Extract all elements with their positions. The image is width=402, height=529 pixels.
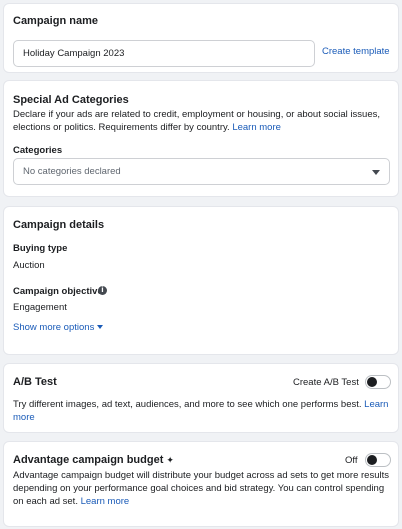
categories-label: Categories [13, 145, 63, 156]
special-ad-learn-more-link[interactable]: Learn more [232, 122, 281, 133]
ab-test-description-text: Try different images, ad text, audiences… [13, 399, 362, 410]
buying-type-label: Buying type [13, 243, 68, 254]
advantage-budget-title-text: Advantage campaign budget [13, 454, 164, 466]
categories-select-value: No categories declared [23, 166, 121, 177]
ab-test-description: Try different images, ad text, audiences… [13, 398, 393, 424]
advantage-budget-description-text: Advantage campaign budget will distribut… [13, 470, 389, 507]
show-more-options-label: Show more options [13, 322, 95, 333]
special-ad-categories-card: Special Ad Categories Declare if your ad… [3, 80, 399, 197]
caret-down-icon [372, 170, 380, 175]
special-ad-description: Declare if your ads are related to credi… [13, 108, 393, 134]
ab-test-toggle[interactable] [365, 375, 391, 389]
campaign-details-title: Campaign details [13, 219, 105, 231]
chevron-down-icon [97, 325, 104, 330]
create-template-link[interactable]: Create template [322, 46, 390, 57]
ab-test-title: A/B Test [13, 376, 57, 388]
campaign-objective-label: Campaign objective [13, 286, 103, 297]
special-ad-description-text: Declare if your ads are related to credi… [13, 109, 380, 133]
campaign-name-card: Campaign name Holiday Campaign 2023 Crea… [3, 3, 399, 73]
advantage-budget-title: Advantage campaign budget ✦ [13, 454, 174, 466]
advantage-budget-card: Advantage campaign budget ✦ Off Advantag… [3, 441, 399, 527]
create-ab-test-label: Create A/B Test [293, 377, 359, 388]
advantage-budget-learn-more-link[interactable]: Learn more [81, 496, 130, 507]
campaign-details-card: Campaign details Buying type Auction Cam… [3, 206, 399, 355]
buying-type-value: Auction [13, 260, 45, 271]
toggle-knob [367, 377, 377, 387]
campaign-name-title: Campaign name [13, 15, 98, 27]
show-more-options-link[interactable]: Show more options [13, 322, 104, 333]
budget-toggle-label: Off [345, 455, 358, 466]
info-icon[interactable]: i [98, 286, 107, 295]
ab-test-card: A/B Test Create A/B Test Try different i… [3, 363, 399, 433]
campaign-name-input[interactable]: Holiday Campaign 2023 [13, 40, 315, 67]
special-ad-categories-title: Special Ad Categories [13, 94, 129, 106]
toggle-knob [367, 455, 377, 465]
advantage-budget-toggle[interactable] [365, 453, 391, 467]
sparkle-icon: ✦ [166, 456, 174, 466]
advantage-budget-description: Advantage campaign budget will distribut… [13, 469, 395, 508]
campaign-objective-value: Engagement [13, 302, 67, 313]
categories-select[interactable]: No categories declared [13, 158, 390, 185]
